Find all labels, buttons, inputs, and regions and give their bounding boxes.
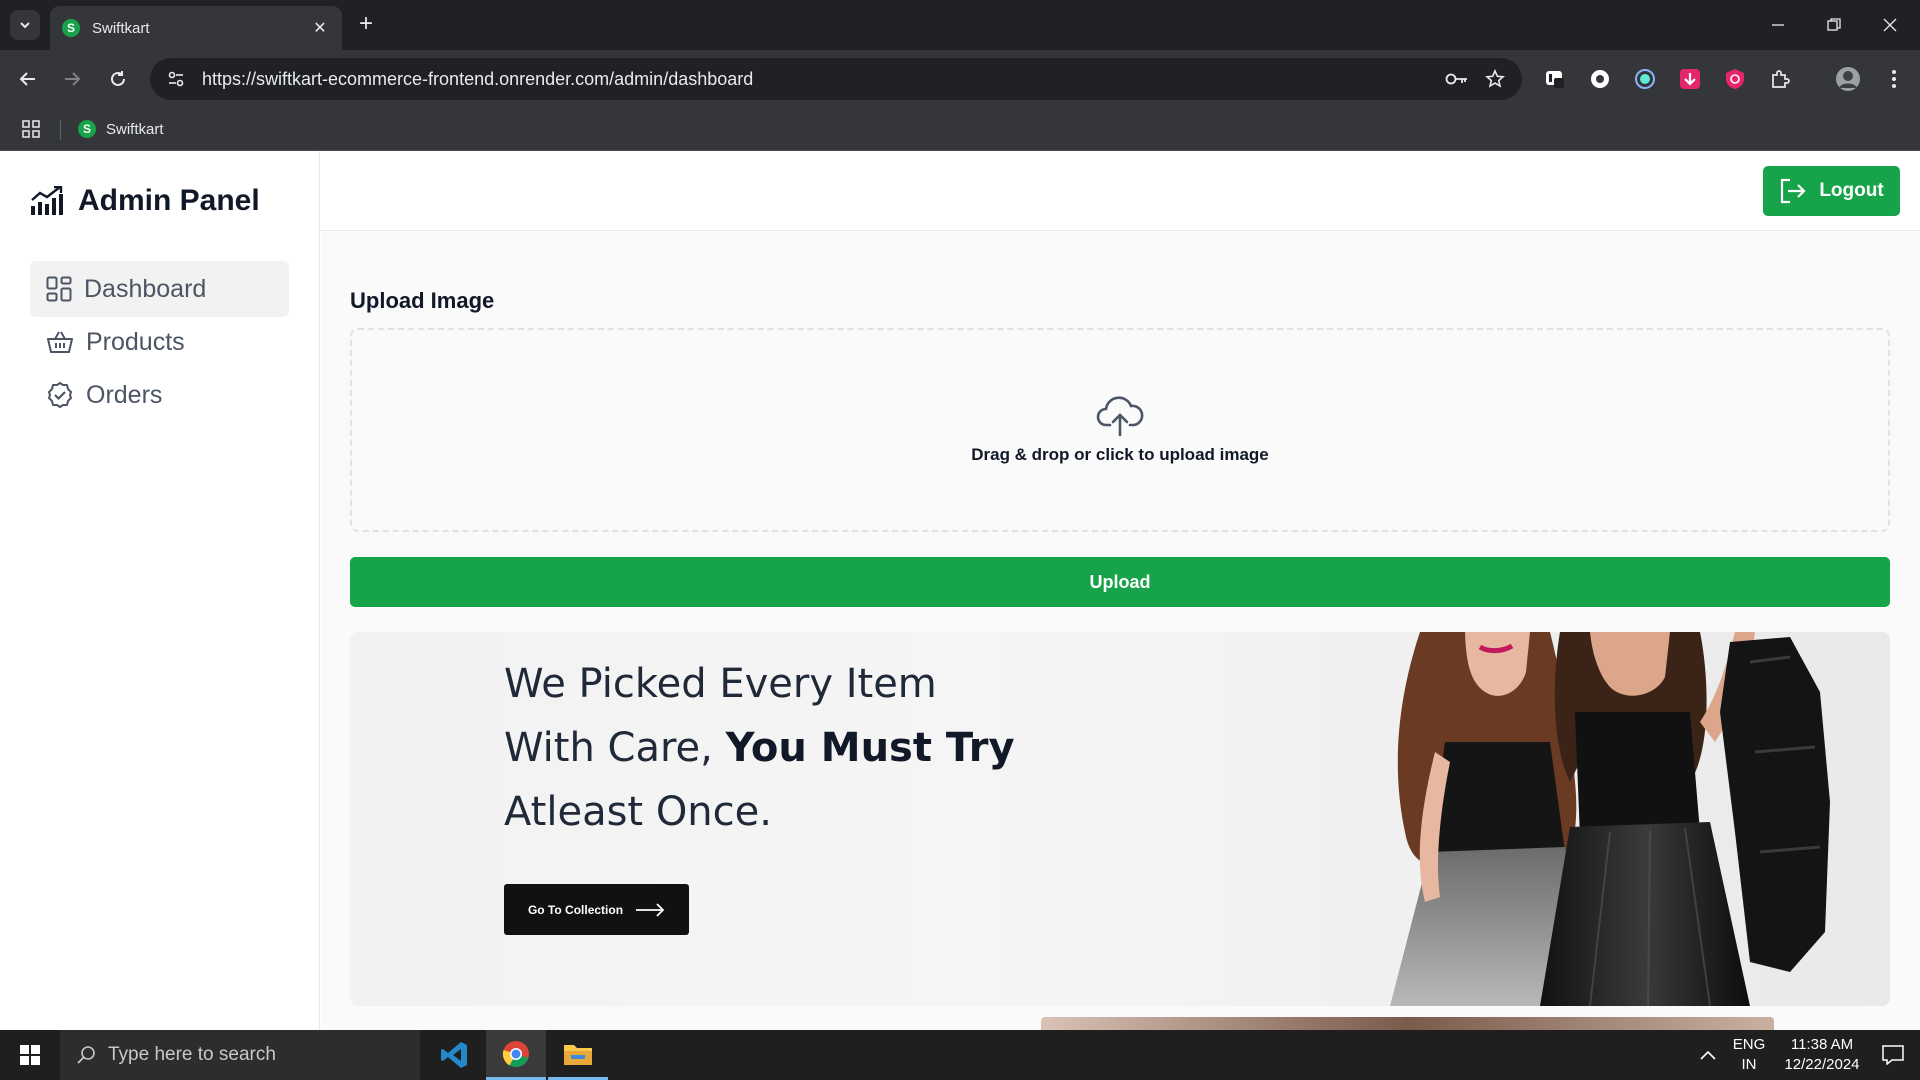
reload-icon bbox=[111, 71, 125, 86]
cta-label: Go To Collection bbox=[527, 902, 624, 917]
password-key-icon[interactable] bbox=[1438, 58, 1476, 100]
extension-circle-icon[interactable] bbox=[1586, 65, 1614, 93]
close-window-button[interactable] bbox=[1862, 0, 1918, 50]
search-placeholder: Type here to search bbox=[108, 1044, 276, 1065]
tab-search-button[interactable] bbox=[10, 10, 40, 40]
tab-close-icon[interactable]: ✕ bbox=[310, 18, 330, 38]
bookmark-swiftkart[interactable]: S Swiftkart bbox=[78, 116, 164, 142]
back-button[interactable] bbox=[12, 63, 44, 95]
dashboard-grid-icon bbox=[46, 276, 72, 302]
chevron-up-icon bbox=[1700, 1050, 1716, 1060]
arrow-left-icon bbox=[19, 72, 35, 86]
browser-menu-icon[interactable] bbox=[1880, 65, 1908, 93]
cloud-upload-icon bbox=[1096, 396, 1144, 437]
chart-trend-icon bbox=[31, 186, 63, 215]
browser-toolbar: https://swiftkart-ecommerce-frontend.onr… bbox=[0, 50, 1920, 108]
forward-button[interactable] bbox=[56, 63, 88, 95]
tab-title: Swiftkart bbox=[92, 19, 150, 37]
clock-date: 12/22/2024 bbox=[1784, 1056, 1860, 1073]
arrow-right-icon bbox=[636, 902, 665, 917]
logout-icon bbox=[1781, 178, 1806, 204]
start-button[interactable] bbox=[0, 1030, 60, 1080]
taskbar-chrome[interactable] bbox=[486, 1030, 546, 1080]
windows-logo-icon bbox=[20, 1045, 40, 1065]
hero-line-2: With Care, You Must Try bbox=[504, 716, 1015, 780]
sidebar-item-label: Orders bbox=[86, 380, 163, 409]
windows-taskbar: Type here to search ENG IN 11:38 AM 12/2… bbox=[0, 1030, 1920, 1080]
taskbar-search-box[interactable]: Type here to search bbox=[60, 1030, 420, 1080]
next-banner-edge bbox=[1041, 1017, 1774, 1030]
hero-line-1: We Picked Every Item bbox=[504, 661, 937, 707]
bookmark-favicon: S bbox=[78, 120, 96, 138]
show-hidden-icons-button[interactable] bbox=[1694, 1030, 1722, 1080]
language-indicator[interactable]: ENG IN bbox=[1726, 1030, 1772, 1080]
browser-tab[interactable]: S Swiftkart ✕ bbox=[50, 6, 342, 50]
sidebar-item-products[interactable]: Products bbox=[30, 314, 289, 370]
new-tab-button[interactable]: + bbox=[352, 11, 380, 39]
brand: Admin Panel bbox=[30, 184, 260, 218]
brand-title: Admin Panel bbox=[78, 184, 260, 217]
hero-line-3: Atleast Once. bbox=[504, 789, 772, 835]
browser-tabstrip: S Swiftkart ✕ + bbox=[0, 0, 1920, 50]
minimize-button[interactable] bbox=[1750, 0, 1806, 50]
dropzone-hint: Drag & drop or click to upload image bbox=[971, 445, 1269, 464]
upload-button[interactable]: Upload bbox=[350, 557, 1890, 607]
hero-banner: We Picked Every Item With Care, You Must… bbox=[350, 632, 1890, 1006]
close-icon bbox=[1883, 18, 1897, 32]
url-text[interactable]: https://swiftkart-ecommerce-frontend.onr… bbox=[202, 69, 1438, 90]
basket-icon bbox=[47, 331, 73, 353]
bookmark-label: Swiftkart bbox=[106, 120, 164, 138]
taskbar-file-explorer[interactable] bbox=[548, 1030, 608, 1080]
extension-download-icon[interactable] bbox=[1676, 65, 1704, 93]
main-content: Upload Image Drag & drop or click to upl… bbox=[321, 232, 1920, 1030]
taskbar-vscode[interactable] bbox=[424, 1030, 484, 1080]
bookmarks-bar: S Swiftkart bbox=[0, 108, 1920, 151]
notification-icon bbox=[1882, 1045, 1904, 1065]
sidebar-item-orders[interactable]: Orders bbox=[30, 367, 289, 423]
bookmark-star-icon[interactable] bbox=[1476, 58, 1514, 100]
sidebar: Admin Panel Dashboard Products Orders bbox=[0, 151, 320, 1030]
apps-grid-icon[interactable] bbox=[22, 120, 40, 143]
upload-heading: Upload Image bbox=[350, 288, 495, 313]
reload-button[interactable] bbox=[102, 63, 134, 95]
bookmarks-divider bbox=[60, 120, 61, 140]
restore-button[interactable] bbox=[1806, 0, 1862, 50]
notification-center-button[interactable] bbox=[1870, 1030, 1916, 1080]
image-dropzone[interactable]: Drag & drop or click to upload image bbox=[350, 328, 1890, 532]
top-header: Logout bbox=[321, 151, 1920, 231]
minimize-icon bbox=[1772, 24, 1784, 26]
hero-headline: We Picked Every Item With Care, You Must… bbox=[504, 652, 1015, 844]
restore-icon bbox=[1827, 18, 1841, 31]
extensions-puzzle-icon[interactable] bbox=[1766, 65, 1794, 93]
extension-shield-icon[interactable] bbox=[1721, 65, 1749, 93]
language-bottom: IN bbox=[1741, 1056, 1757, 1073]
sidebar-item-dashboard[interactable]: Dashboard bbox=[30, 261, 289, 317]
clock-time: 11:38 AM bbox=[1790, 1036, 1854, 1053]
hero-line-2-bold: You Must Try bbox=[725, 725, 1015, 771]
logout-button[interactable]: Logout bbox=[1763, 166, 1900, 216]
chevron-down-icon bbox=[20, 22, 30, 29]
go-to-collection-button[interactable]: Go To Collection bbox=[504, 884, 689, 935]
clock[interactable]: 11:38 AM 12/22/2024 bbox=[1776, 1030, 1868, 1080]
folder-icon bbox=[564, 1044, 592, 1065]
tab-favicon: S bbox=[62, 19, 80, 37]
sidebar-item-label: Dashboard bbox=[84, 274, 207, 303]
site-info-icon[interactable] bbox=[156, 58, 196, 100]
address-bar[interactable]: https://swiftkart-ecommerce-frontend.onr… bbox=[150, 58, 1522, 100]
check-circle-icon bbox=[48, 382, 72, 408]
extension-target-icon[interactable] bbox=[1631, 65, 1659, 93]
hero-line-2-prefix: With Care, bbox=[504, 725, 726, 771]
search-icon bbox=[77, 1046, 95, 1064]
language-top: ENG bbox=[1732, 1036, 1766, 1053]
profile-avatar[interactable] bbox=[1834, 65, 1862, 93]
admin-page: Admin Panel Dashboard Products Orders Lo… bbox=[0, 151, 1920, 1030]
chrome-icon bbox=[502, 1040, 529, 1067]
extension-toggle-icon[interactable] bbox=[1541, 65, 1569, 93]
arrow-right-icon bbox=[65, 72, 81, 86]
sidebar-item-label: Products bbox=[86, 327, 185, 356]
logout-label: Logout bbox=[1819, 180, 1884, 201]
hero-models-image bbox=[1230, 632, 1890, 1006]
vscode-icon bbox=[441, 1042, 467, 1068]
